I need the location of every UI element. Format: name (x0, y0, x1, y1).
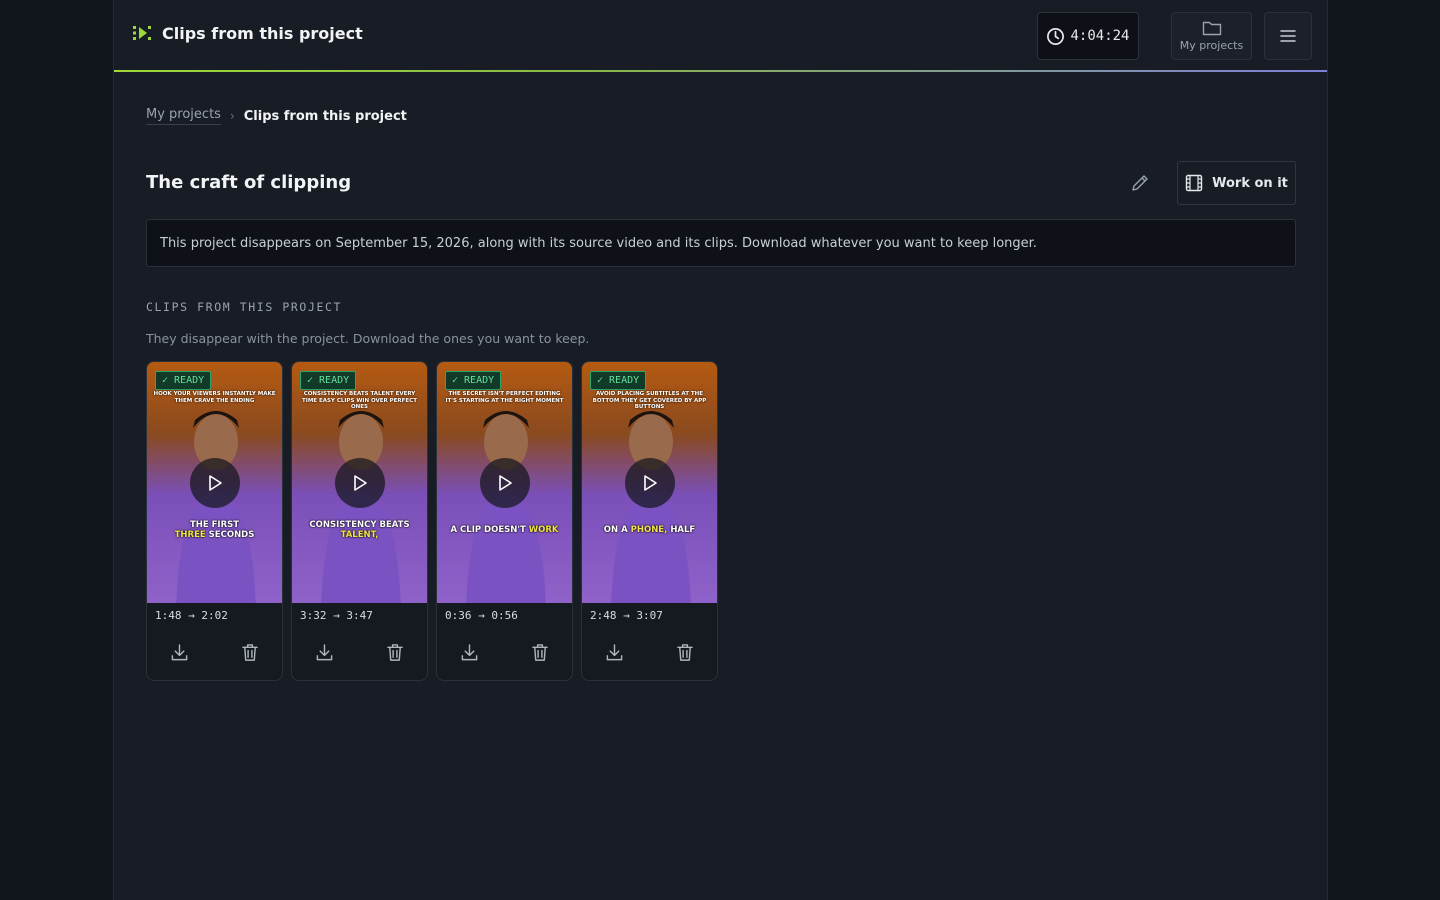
caption-top: Hook your viewers instantly make them cr… (153, 391, 276, 404)
clip-time-range: 2:48 → 3:07 (590, 609, 663, 622)
caption-text: Consistency beats (309, 520, 410, 530)
my-projects-button[interactable]: My projects (1171, 12, 1252, 60)
delete-button[interactable] (529, 641, 551, 663)
trash-icon (387, 643, 403, 661)
project-title: The craft of clipping (146, 172, 352, 193)
play-icon (499, 475, 512, 491)
play-icon (644, 475, 657, 491)
clip-thumbnail[interactable]: ✓ READY Consistency beats talent every t… (292, 362, 427, 603)
app-shell: Clips from this project 4:04:24 My proje… (113, 0, 1328, 900)
film-icon (1185, 174, 1203, 192)
caption-top: Avoid placing subtitles at the bottom th… (592, 391, 707, 410)
download-button[interactable] (458, 641, 480, 663)
caption-main: The first three seconds (151, 520, 278, 540)
caption-text: On a (603, 525, 628, 535)
time-remaining-badge: 4:04:24 (1037, 12, 1139, 60)
page-title: Clips from this project (162, 23, 363, 43)
download-icon (316, 643, 332, 660)
status-badge: ✓ READY (300, 371, 357, 390)
download-icon (461, 643, 477, 660)
my-projects-label: My projects (1179, 39, 1244, 52)
play-button[interactable] (625, 458, 675, 508)
trash-icon (242, 643, 258, 661)
status-badge: ✓ READY (155, 371, 212, 390)
play-button[interactable] (190, 458, 240, 508)
caption-main: On a phone, half (586, 525, 713, 535)
caption-main: Consistency beats talent, (296, 520, 423, 540)
clip-card[interactable]: ✓ READY Hook your viewers instantly make… (146, 361, 283, 681)
caption-highlight: work (528, 525, 559, 535)
clip-actions (292, 641, 427, 663)
caption-highlight: phone, (630, 525, 668, 535)
clip-actions (582, 641, 717, 663)
section-label: CLIPS FROM THIS PROJECT (146, 300, 343, 314)
breadcrumb-my-projects[interactable]: My projects (146, 107, 221, 125)
clip-actions (147, 641, 282, 663)
download-button[interactable] (313, 641, 335, 663)
download-icon (606, 643, 622, 660)
breadcrumb-separator-icon: › (229, 109, 235, 123)
status-badge: ✓ READY (445, 371, 502, 390)
clip-list: ✓ READY Hook your viewers instantly make… (146, 361, 726, 681)
download-button[interactable] (603, 641, 625, 663)
clip-time-range: 0:36 → 0:56 (445, 609, 518, 622)
timer-value: 4:04:24 (1070, 28, 1130, 44)
clip-thumbnail[interactable]: ✓ READY The secret isn't perfect editing… (437, 362, 572, 603)
clip-card[interactable]: ✓ READY The secret isn't perfect editing… (436, 361, 573, 681)
delete-button[interactable] (239, 641, 261, 663)
edit-title-button[interactable] (1128, 171, 1152, 195)
caption-text: seconds (208, 530, 255, 540)
download-icon (171, 643, 187, 660)
hamburger-menu-icon (1280, 30, 1296, 42)
work-on-it-label: Work on it (1212, 175, 1288, 191)
clock-icon (1047, 27, 1065, 45)
play-button[interactable] (335, 458, 385, 508)
app-header: Clips from this project 4:04:24 My proje… (114, 0, 1327, 72)
caption-top: The secret isn't perfect editing it's st… (445, 391, 564, 404)
clip-card[interactable]: ✓ READY Consistency beats talent every t… (291, 361, 428, 681)
clips-logo-icon (133, 26, 151, 40)
breadcrumb: My projects › Clips from this project (146, 107, 407, 125)
folder-icon (1202, 21, 1221, 36)
clip-thumbnail[interactable]: ✓ READY Avoid placing subtitles at the b… (582, 362, 717, 603)
caption-text: A clip doesn't (450, 525, 526, 535)
clip-card[interactable]: ✓ READY Avoid placing subtitles at the b… (581, 361, 718, 681)
delete-button[interactable] (384, 641, 406, 663)
brand[interactable]: Clips from this project (132, 23, 363, 43)
caption-main: A clip doesn't work (441, 525, 568, 535)
download-button[interactable] (168, 641, 190, 663)
delete-button[interactable] (674, 641, 696, 663)
breadcrumb-current: Clips from this project (243, 108, 407, 124)
trash-icon (532, 643, 548, 661)
clip-thumbnail[interactable]: ✓ READY Hook your viewers instantly make… (147, 362, 282, 603)
caption-text: The first (189, 520, 240, 530)
caption-highlight: three (174, 530, 206, 540)
caption-top: Consistency beats talent every time easy… (302, 391, 417, 410)
menu-button[interactable] (1264, 12, 1312, 60)
clip-time-range: 1:48 → 2:02 (155, 609, 228, 622)
expiry-notice: This project disappears on September 15,… (146, 219, 1296, 267)
section-subtitle: They disappear with the project. Downloa… (146, 331, 590, 346)
clip-time-range: 3:32 → 3:47 (300, 609, 373, 622)
trash-icon (677, 643, 693, 661)
play-button[interactable] (480, 458, 530, 508)
play-icon (354, 475, 367, 491)
pencil-icon (1132, 175, 1148, 191)
caption-highlight: talent, (340, 530, 379, 540)
work-on-it-button[interactable]: Work on it (1177, 161, 1296, 205)
caption-text: half (670, 525, 696, 535)
expiry-notice-text: This project disappears on September 15,… (160, 235, 1037, 251)
status-badge: ✓ READY (590, 371, 647, 390)
play-icon (209, 475, 222, 491)
clip-actions (437, 641, 572, 663)
